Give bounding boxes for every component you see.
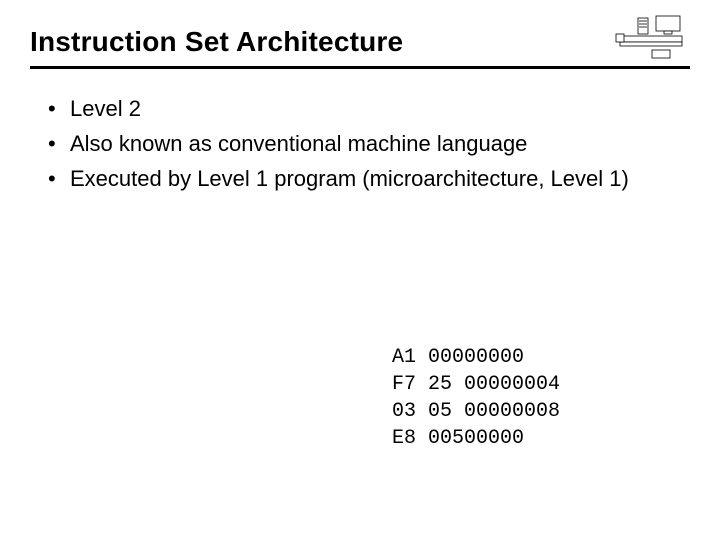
slide-title: Instruction Set Architecture — [30, 26, 690, 58]
code-line: F7 25 00000004 — [392, 373, 560, 396]
code-line: E8 00500000 — [392, 427, 524, 450]
bullet-text: Executed by Level 1 program (microarchit… — [70, 162, 680, 195]
bullet-text: Also known as conventional machine langu… — [70, 127, 680, 160]
bullet-marker: • — [48, 127, 70, 160]
bullet-item: • Level 2 — [48, 92, 680, 125]
machine-code-block: A1 00000000 F7 25 00000004 03 05 0000000… — [392, 344, 560, 452]
bullet-list: • Level 2 • Also known as conventional m… — [48, 92, 680, 197]
code-line: A1 00000000 — [392, 346, 524, 369]
bullet-marker: • — [48, 162, 70, 195]
bullet-marker: • — [48, 92, 70, 125]
architecture-diagram-icon — [614, 14, 688, 60]
bullet-text: Level 2 — [70, 92, 680, 125]
slide-header: Instruction Set Architecture — [30, 26, 690, 69]
bullet-item: • Also known as conventional machine lan… — [48, 127, 680, 160]
bullet-item: • Executed by Level 1 program (microarch… — [48, 162, 680, 195]
code-line: 03 05 00000008 — [392, 400, 560, 423]
slide: Instruction Set Architecture — [0, 0, 720, 540]
